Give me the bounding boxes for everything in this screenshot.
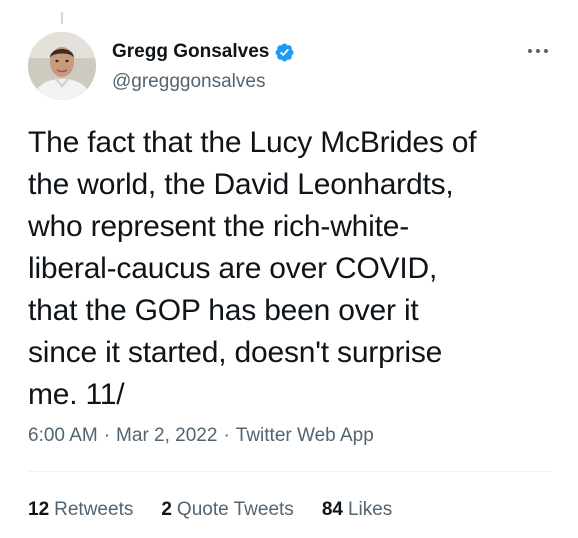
retweets-count: 12 [28, 499, 50, 520]
retweets-label: Retweets [54, 499, 134, 520]
divider [28, 471, 552, 472]
tweet-text-line: the world, the David Leonhardts, [28, 168, 454, 201]
tweet-text-line: that the GOP has been over it [28, 294, 419, 327]
handle[interactable]: @gregggonsalves [112, 70, 265, 94]
likes-count: 84 [321, 499, 343, 520]
tweet-card: Gregg Gonsalves @gregggonsalves The fact… [0, 0, 578, 538]
more-options-icon [528, 49, 548, 53]
tweet-text-line: since it started, doesn't surprise [28, 336, 443, 369]
name-row: Gregg Gonsalves [112, 40, 295, 64]
thread-connector-line [61, 12, 63, 24]
likes-stat[interactable]: 84 Likes [322, 498, 393, 522]
likes-label: Likes [347, 499, 393, 520]
person-avatar-icon [28, 32, 96, 100]
meta-separator: · [223, 425, 230, 446]
verified-badge-icon [274, 42, 295, 63]
tweet-meta: 6:00 AM · Mar 2, 2022 · Twitter Web App [28, 424, 374, 448]
tweet-text-line: liberal-caucus are over COVID, [28, 252, 438, 285]
display-name[interactable]: Gregg Gonsalves [112, 40, 269, 64]
quote-tweets-label: Quote Tweets [176, 499, 294, 520]
retweets-stat[interactable]: 12 Retweets [28, 498, 133, 522]
tweet-header: Gregg Gonsalves @gregggonsalves [28, 32, 552, 102]
tweet-source[interactable]: Twitter Web App [236, 424, 374, 448]
engagement-stats: 12 Retweets 2 Quote Tweets 84 Likes [28, 498, 420, 522]
tweet-text: The fact that the Lucy McBrides of the w… [28, 122, 553, 416]
tweet-time[interactable]: 6:00 AM [28, 424, 98, 448]
tweet-text-line: me. 11/ [28, 378, 125, 411]
avatar[interactable] [28, 32, 96, 100]
meta-separator: · [103, 425, 111, 446]
tweet-text-line: who represent the rich-white- [28, 210, 410, 243]
more-options-button[interactable] [524, 40, 552, 62]
tweet-text-line: The fact that the Lucy McBrides of [28, 126, 477, 159]
quote-tweets-count: 2 [161, 499, 172, 520]
quote-tweets-stat[interactable]: 2 Quote Tweets [161, 498, 293, 522]
tweet-date[interactable]: Mar 2, 2022 [116, 424, 217, 448]
